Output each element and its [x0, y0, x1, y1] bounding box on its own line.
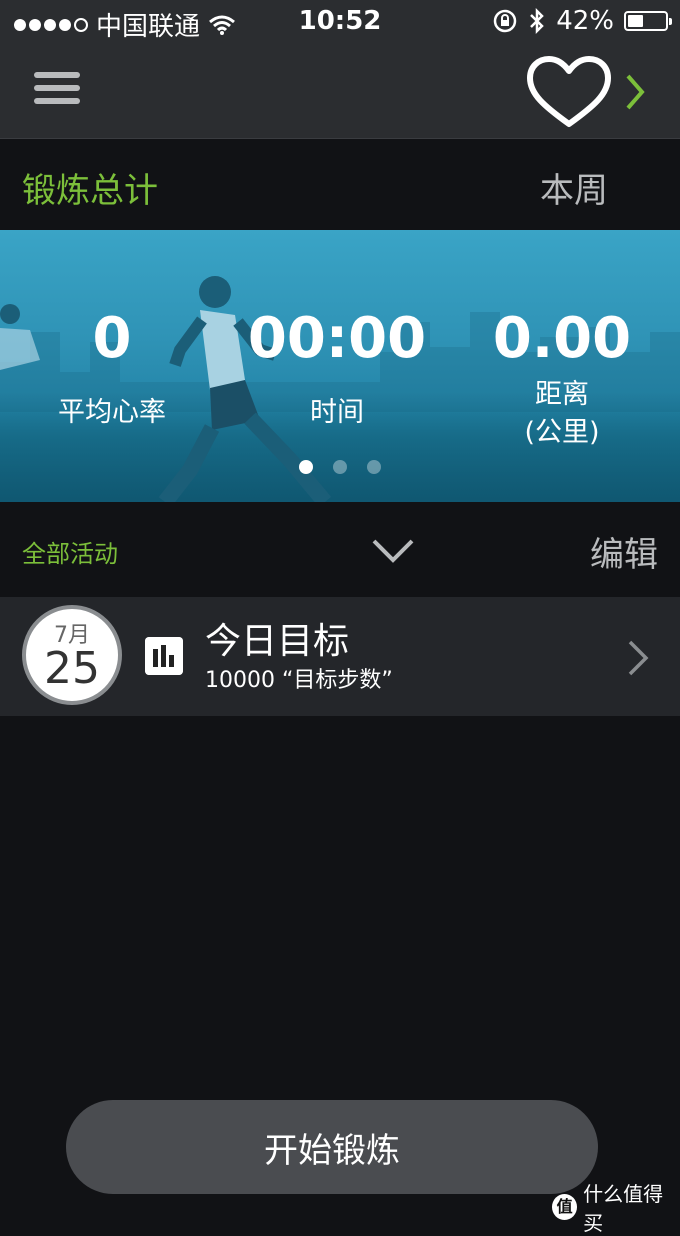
summary-title: 锻炼总计	[22, 171, 158, 211]
status-right: 42%	[492, 6, 672, 36]
goal-title: 今日目标	[205, 621, 350, 662]
heart-rate-value: 0	[92, 306, 132, 371]
start-workout-button[interactable]: 开始锻炼	[66, 1100, 598, 1194]
hamburger-icon[interactable]	[34, 72, 80, 108]
heart-rate-label: 平均心率	[58, 397, 166, 428]
page-dot-3[interactable]	[367, 460, 381, 474]
chevron-right-icon[interactable]	[620, 70, 650, 114]
date-badge: 7月 25	[22, 605, 122, 705]
goal-subtitle: 10000 “目标步数”	[205, 668, 393, 693]
page-dot-1[interactable]	[299, 460, 313, 474]
chevron-down-icon[interactable]	[370, 533, 416, 569]
date-day: 25	[44, 643, 100, 694]
distance-label: 距离	[535, 379, 589, 410]
period-selector[interactable]: 本周	[540, 163, 608, 212]
rotation-lock-icon	[493, 9, 517, 33]
time-value: 00:00	[247, 306, 427, 371]
activity-filter-label[interactable]: 全部活动	[22, 534, 118, 569]
watermark-text: 什么值得买	[583, 1182, 664, 1235]
watermark: 值 什么值得买	[552, 1178, 680, 1236]
watermark-logo: 值	[552, 1194, 578, 1220]
battery-percent: 42%	[556, 6, 614, 36]
time-label: 时间	[310, 397, 364, 428]
bar-chart-icon	[145, 637, 183, 675]
page-dot-2[interactable]	[333, 460, 347, 474]
runner-image	[158, 276, 332, 502]
battery-icon	[624, 11, 672, 31]
heart-icon[interactable]	[524, 54, 614, 130]
distance-unit: (公里)	[524, 417, 600, 448]
bluetooth-icon	[530, 7, 544, 35]
distance-value: 0.00	[492, 306, 632, 371]
chevron-right-icon[interactable]	[624, 638, 652, 678]
edit-button[interactable]: 编辑	[590, 527, 658, 576]
